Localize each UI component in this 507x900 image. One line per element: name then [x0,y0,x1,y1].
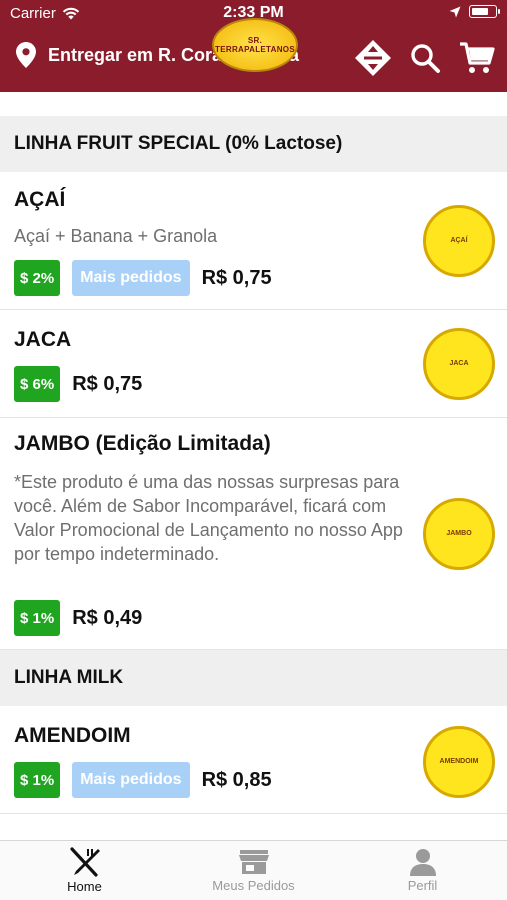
nav-actions [353,38,497,78]
status-indicators [449,5,500,18]
discount-badge: $ 2% [14,260,61,296]
cart-button[interactable] [457,38,497,78]
tab-label: Meus Pedidos [212,878,295,893]
product-price: R$ 0,49 [72,606,143,629]
tab-label: Perfil [407,878,438,893]
thumbnail-label: AÇAÍ [450,237,468,244]
sort-button[interactable] [353,38,393,78]
product-list: LINHA FRUIT SPECIAL (0% Lactose) AÇAÍ Aç… [0,92,507,840]
product-meta: $ 6% R$ 0,75 [14,366,142,402]
location-arrow-icon [449,6,461,17]
section-header: LINHA MILK [0,650,507,706]
product-meta: $ 2% Mais pedidos R$ 0,75 [14,260,272,296]
product-name: JACA [14,328,72,351]
product-meta: $ 1% R$ 0,49 [14,600,142,636]
person-icon [409,849,436,876]
product-description: Açaí + Banana + Granola [14,226,218,246]
tab-home[interactable]: Home [0,841,169,900]
product-name: AÇAÍ [14,188,66,211]
search-button[interactable] [405,38,445,78]
product-price: R$ 0,85 [201,768,272,791]
section-title: LINHA MILK [14,667,124,688]
brand-logo: SR. TERRAPALETANOS [212,18,298,72]
product-thumbnail: JAMBO [423,498,495,570]
tab-perfil[interactable]: Perfil [338,841,507,900]
product-item-amendoim[interactable]: AMENDOIM $ 1% Mais pedidos R$ 0,85 AMEND… [0,706,507,814]
product-description: *Este produto é uma das nossas surpresas… [14,472,403,564]
product-price: R$ 0,75 [201,266,272,289]
map-pin-icon [16,42,36,68]
thumbnail-label: JAMBO [446,530,472,537]
store-icon [238,850,269,874]
cart-icon [460,42,495,73]
product-item-jambo[interactable]: JAMBO (Edição Limitada) *Este produto é … [0,418,507,650]
battery-icon [469,5,500,18]
logo-text: SR. TERRAPALETANOS [215,36,295,54]
product-thumbnail: AÇAÍ [423,205,495,277]
tab-label: Home [67,879,102,894]
search-icon [411,44,440,73]
product-item-acai[interactable]: AÇAÍ Açaí + Banana + Granola $ 2% Mais p… [0,172,507,310]
popular-badge: Mais pedidos [72,762,190,798]
nav-bar: Entregar em R. Cora Coralina SR. TERRAPA… [0,18,507,92]
product-item-jaca[interactable]: JACA $ 6% R$ 0,75 JACA [0,310,507,418]
tab-meus-pedidos[interactable]: Meus Pedidos [169,841,338,900]
product-name: JAMBO (Edição Limitada) [14,432,271,455]
discount-badge: $ 1% [14,762,61,798]
app-header: Carrier 2:33 PM Entregar em R. Cora Cora… [0,0,507,92]
product-price: R$ 0,75 [72,372,143,395]
section-header: LINHA FRUIT SPECIAL (0% Lactose) [0,116,507,172]
product-name: AMENDOIM [14,724,131,747]
fork-knife-icon [69,847,100,877]
discount-badge: $ 1% [14,600,61,636]
product-meta: $ 1% Mais pedidos R$ 0,85 [14,762,272,798]
tab-bar: Home Meus Pedidos Perfil [0,840,507,900]
popular-badge: Mais pedidos [72,260,190,296]
discount-badge: $ 6% [14,366,61,402]
thumbnail-label: AMENDOIM [439,758,479,765]
product-thumbnail: AMENDOIM [423,726,495,798]
sort-icon [355,40,391,76]
section-title: LINHA FRUIT SPECIAL (0% Lactose) [14,133,343,154]
product-thumbnail: JACA [423,328,495,400]
thumbnail-label: JACA [449,360,469,367]
